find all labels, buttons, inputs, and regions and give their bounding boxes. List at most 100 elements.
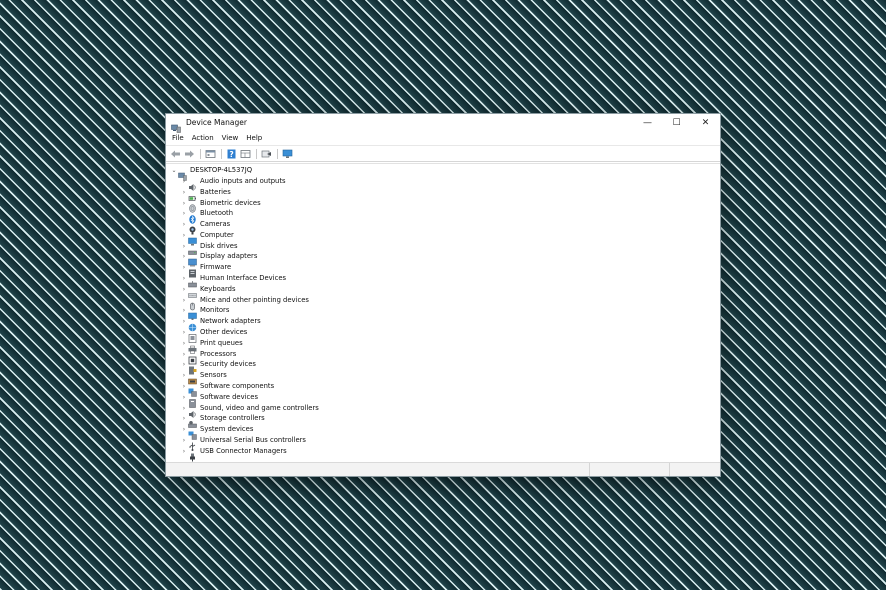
tree-item-cameras[interactable]: › Cameras	[180, 219, 319, 235]
expand-chevron-icon[interactable]: ›	[180, 349, 188, 360]
tree-item-monitors[interactable]: › Monitors	[180, 305, 319, 321]
tree-item-label: Network adapters	[200, 317, 261, 326]
tree-item-usb-connector-managers[interactable]: › USB Connector Managers	[180, 446, 319, 462]
toolbar-separator	[200, 148, 201, 159]
tree-item-hid[interactable]: › Human Interface Devices	[180, 273, 319, 288]
tree-item-label: Software components	[200, 382, 275, 391]
tree-item-label: Firmware	[200, 263, 232, 272]
system-device-icon	[188, 425, 197, 440]
fingerprint-icon	[188, 198, 197, 214]
update-driver-button[interactable]	[260, 148, 273, 160]
tree-item-firmware[interactable]: › Firmware	[180, 262, 319, 278]
tree-item-audio[interactable]: › Audio inputs and outputs	[180, 176, 319, 191]
tree-item-print-queues[interactable]: › Print queues	[180, 338, 319, 354]
tree-item-label: Biometric devices	[200, 198, 261, 207]
tree-item-network-adapters[interactable]: › Network adapters	[180, 316, 319, 332]
status-bar	[166, 462, 720, 476]
expand-chevron-icon[interactable]: ›	[180, 424, 188, 435]
menu-view[interactable]: View	[218, 134, 243, 142]
usb-icon	[188, 436, 197, 452]
tree-item-sensors[interactable]: › Sensors	[180, 370, 319, 385]
menu-help[interactable]: Help	[242, 134, 266, 142]
help-button[interactable]: ?	[225, 148, 238, 160]
tree-item-other-devices[interactable]: › Other devices	[180, 327, 319, 343]
expand-chevron-icon[interactable]: ›	[180, 187, 188, 198]
expand-chevron-icon[interactable]: ›	[180, 392, 188, 403]
disk-drive-icon	[188, 242, 197, 255]
expand-chevron-icon[interactable]: ›	[180, 370, 188, 381]
printer-icon	[188, 339, 197, 354]
scan-hardware-button[interactable]	[281, 148, 294, 160]
title-bar[interactable]: Device Manager — ☐ ✕	[166, 114, 720, 133]
expand-chevron-icon[interactable]: ›	[180, 446, 188, 457]
tree-item-security-devices[interactable]: › Security devices	[180, 359, 319, 375]
expand-chevron-icon[interactable]: ›	[180, 403, 188, 414]
tree-item-label: Processors	[200, 349, 237, 358]
expand-chevron-icon[interactable]: ›	[180, 262, 188, 273]
expand-chevron-icon[interactable]: ›	[180, 435, 188, 446]
expand-chevron-icon[interactable]: ›	[180, 273, 188, 284]
toolbar-separator	[256, 148, 257, 159]
expand-chevron-icon[interactable]: ›	[180, 284, 188, 295]
tree-item-label: Display adapters	[200, 252, 258, 261]
tree-item-disk-drives[interactable]: › Disk drives	[180, 241, 319, 255]
expand-chevron-icon[interactable]: ›	[180, 338, 188, 349]
tree-item-computer[interactable]: › Computer	[180, 230, 319, 246]
tree-item-label: Human Interface Devices	[200, 274, 287, 283]
window-title: Device Manager	[186, 118, 247, 127]
tree-item-keyboards[interactable]: › Keyboards	[180, 284, 319, 298]
software-component-icon	[188, 382, 197, 397]
toolbar-separator	[277, 148, 278, 159]
tree-root[interactable]: ⌄ DESKTOP-4L537JQ	[170, 165, 252, 181]
tree-item-label: Batteries	[200, 187, 231, 196]
tree-item-label: Monitors	[200, 306, 230, 315]
security-device-icon	[188, 360, 197, 375]
tree-item-label: Other devices	[200, 328, 248, 337]
tree-item-storage-controllers[interactable]: › Storage controllers	[180, 413, 319, 429]
help-icon: ?	[227, 149, 236, 159]
forward-button[interactable]	[183, 148, 196, 160]
collapse-chevron-icon[interactable]: ⌄	[170, 165, 178, 176]
minimize-button[interactable]: —	[633, 114, 662, 131]
expand-chevron-icon[interactable]: ›	[180, 251, 188, 262]
menu-action[interactable]: Action	[188, 134, 218, 142]
expand-chevron-icon[interactable]: ›	[180, 241, 188, 252]
tree-item-sound-video[interactable]: › Sound, video and game controllers	[180, 403, 319, 418]
other-device-icon	[188, 328, 197, 343]
expand-chevron-icon[interactable]: ›	[180, 295, 188, 306]
tree-item-bluetooth[interactable]: › Bluetooth	[180, 208, 319, 224]
view-button[interactable]	[239, 148, 252, 160]
tree-item-batteries[interactable]: › Batteries	[180, 187, 319, 201]
expand-chevron-icon[interactable]: ›	[180, 381, 188, 392]
update-driver-icon	[261, 150, 271, 157]
tree-item-label: Bluetooth	[200, 209, 233, 218]
properties-button[interactable]	[204, 148, 217, 160]
network-adapter-icon	[188, 317, 197, 332]
tree-item-biometric[interactable]: › Biometric devices	[180, 198, 319, 214]
tree-item-software-components[interactable]: › Software components	[180, 381, 319, 397]
tree-item-mice[interactable]: › Mice and other pointing devices	[180, 295, 319, 310]
expand-chevron-icon[interactable]: ›	[180, 230, 188, 241]
expand-chevron-icon[interactable]: ›	[180, 219, 188, 230]
tree-item-processors[interactable]: › Processors	[180, 349, 319, 365]
expand-chevron-icon[interactable]: ›	[180, 176, 188, 187]
tree-item-display-adapters[interactable]: › Display adapters	[180, 251, 319, 267]
expand-chevron-icon[interactable]: ›	[180, 198, 188, 209]
expand-chevron-icon[interactable]: ›	[180, 208, 188, 219]
expand-chevron-icon[interactable]: ›	[180, 413, 188, 424]
expand-chevron-icon[interactable]: ›	[180, 327, 188, 338]
tree-item-system-devices[interactable]: › System devices	[180, 424, 319, 440]
maximize-button[interactable]: ☐	[662, 114, 691, 131]
back-button[interactable]	[169, 148, 182, 160]
hid-icon	[188, 274, 197, 288]
tree-item-software-devices[interactable]: › Software devices	[180, 392, 319, 408]
tree-item-usb-controllers[interactable]: › Universal Serial Bus controllers	[180, 435, 319, 452]
mouse-icon	[188, 296, 197, 310]
menu-file[interactable]: File	[168, 134, 188, 142]
expand-chevron-icon[interactable]: ›	[180, 359, 188, 370]
close-button[interactable]: ✕	[691, 114, 720, 131]
device-manager-app-icon	[171, 118, 181, 133]
scan-hardware-icon	[282, 149, 292, 158]
expand-chevron-icon[interactable]: ›	[180, 305, 188, 316]
expand-chevron-icon[interactable]: ›	[180, 316, 188, 327]
